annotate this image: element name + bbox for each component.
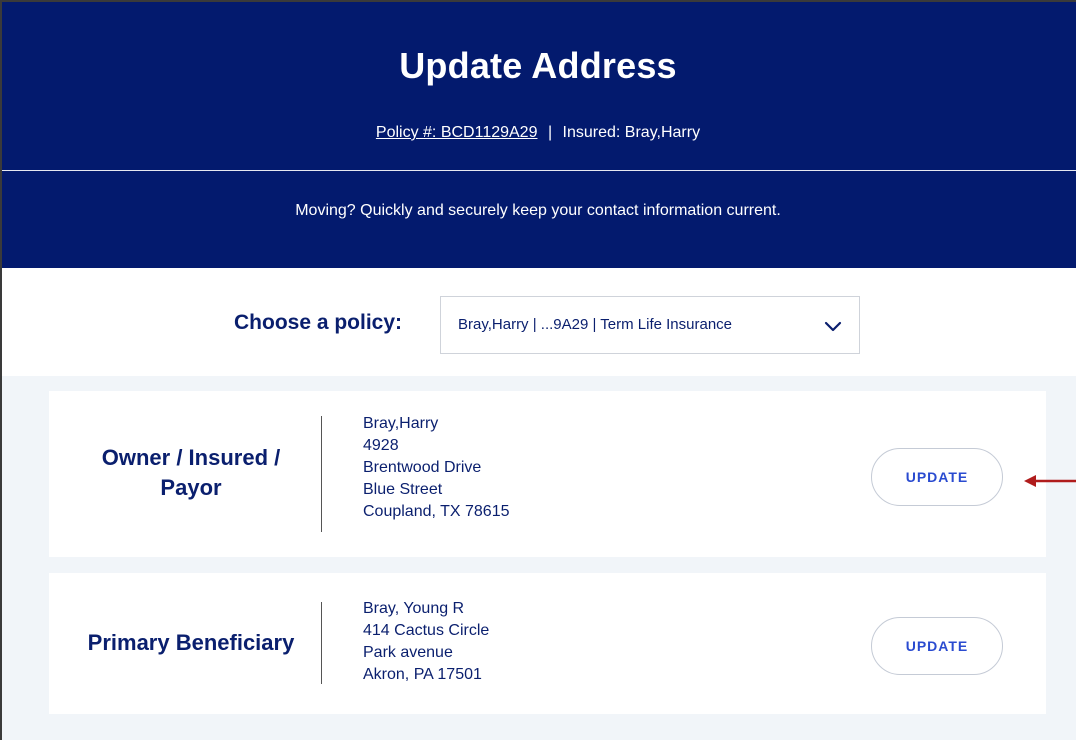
address-block: Bray,Harry 4928 Brentwood Drive Blue Str… [363, 413, 509, 523]
policy-select[interactable]: Bray,Harry | ...9A29 | Term Life Insuran… [440, 296, 860, 354]
address-line: Bray, Young R [363, 600, 465, 617]
address-line: 4928 [363, 437, 399, 454]
policy-number-link[interactable]: Policy #: BCD1129A29 [376, 124, 538, 141]
vertical-divider [321, 602, 322, 684]
role-title: Primary Beneficiary [87, 630, 295, 655]
moving-message: Moving? Quickly and securely keep your c… [295, 202, 781, 219]
address-line: Park avenue [363, 644, 453, 661]
choose-policy-label: Choose a policy: [234, 311, 403, 334]
vertical-divider [321, 416, 322, 532]
page-title: Update Address [399, 45, 677, 86]
address-line: Bray,Harry [363, 415, 439, 432]
address-line: 414 Cactus Circle [363, 622, 490, 639]
policy-select-value: Bray,Harry | ...9A29 | Term Life Insuran… [458, 316, 733, 333]
address-line: Coupland, TX 78615 [363, 503, 510, 520]
insured-name: Insured: Bray,Harry [562, 124, 701, 141]
header-divider [0, 170, 1076, 171]
separator: | [547, 124, 553, 141]
policy-info: Policy #: BCD1129A29 | Insured: Bray,Har… [0, 124, 1076, 142]
address-line: Blue Street [363, 481, 443, 498]
address-block: Bray, Young R 414 Cactus Circle Park ave… [363, 598, 489, 686]
annotation-arrow-icon [1024, 475, 1076, 487]
update-button[interactable]: UPDATE [871, 448, 1003, 506]
address-line: Akron, PA 17501 [363, 666, 482, 683]
role-title: Owner / Insured / Payor [101, 445, 281, 500]
page-header: Update Address Policy #: BCD1129A29 | In… [0, 0, 1076, 268]
address-line: Brentwood Drive [363, 459, 482, 476]
primary-beneficiary-card: Primary Beneficiary Bray, Young R 414 Ca… [49, 573, 1046, 714]
chevron-down-icon [824, 321, 842, 332]
update-button[interactable]: UPDATE [871, 617, 1003, 675]
owner-insured-payor-card: Owner / Insured / Payor Bray,Harry 4928 … [49, 391, 1046, 557]
